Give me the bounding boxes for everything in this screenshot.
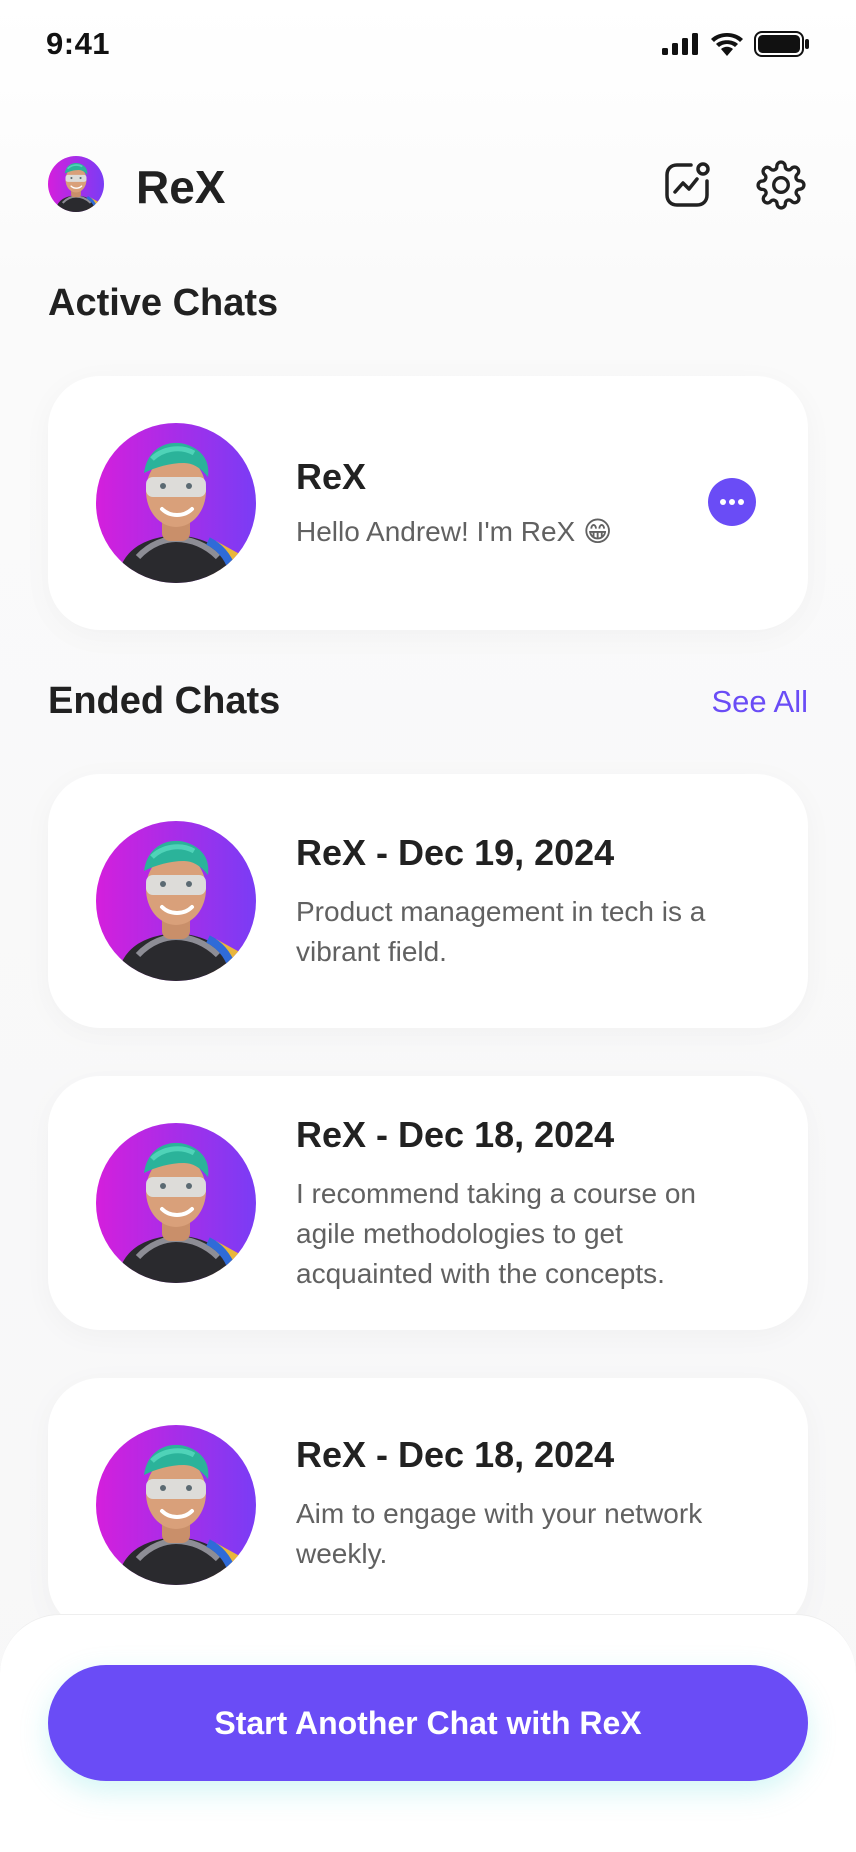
active-chats-heading: Active Chats [48, 282, 279, 324]
chats-screen: 9:41 ReX Active Chats ReX Hello Andrew! … [0, 0, 856, 1852]
battery-icon [754, 31, 809, 57]
bottom-action-bar: Start Another Chat with ReX [0, 1614, 856, 1852]
chat-title: ReX [296, 456, 367, 497]
chat-bubble-icon [720, 499, 744, 505]
see-all-link[interactable]: See All [711, 684, 808, 720]
status-time: 9:41 [46, 26, 111, 61]
app-header: ReX [48, 154, 808, 216]
chat-preview: Aim to engage with your network weekly. [296, 1498, 703, 1569]
gear-icon [756, 160, 806, 210]
active-chat-card[interactable]: ReX Hello Andrew! I'm ReX 😁 [48, 376, 808, 630]
chat-avatar [96, 1425, 256, 1585]
ended-chat-card[interactable]: ReX - Dec 18, 2024 I recommend taking a … [48, 1076, 808, 1330]
status-bar: 9:41 [0, 0, 856, 90]
chart-icon [665, 162, 710, 207]
chat-avatar [96, 423, 256, 583]
settings-button[interactable] [754, 158, 808, 212]
cellular-signal-icon [662, 33, 698, 55]
ended-chat-card[interactable]: ReX - Dec 19, 2024 Product management in… [48, 774, 808, 1028]
chat-avatar [96, 1123, 256, 1283]
open-chat-button[interactable] [708, 478, 756, 526]
ended-chat-card[interactable]: ReX - Dec 18, 2024 Aim to engage with yo… [48, 1378, 808, 1632]
app-title: ReX [136, 161, 226, 213]
chat-preview: I recommend taking a course on agile met… [296, 1178, 696, 1289]
status-icons [662, 30, 810, 58]
wifi-icon [711, 33, 743, 56]
chat-preview: Product management in tech is a vibrant … [296, 896, 706, 967]
rex-avatar[interactable] [48, 156, 104, 212]
chat-preview: Hello Andrew! I'm ReX 😁 [296, 516, 613, 547]
ended-chats-heading: Ended Chats [48, 680, 281, 722]
chat-avatar [96, 821, 256, 981]
start-chat-button[interactable]: Start Another Chat with ReX [48, 1665, 808, 1781]
chat-title: ReX - Dec 18, 2024 [296, 1434, 615, 1475]
chat-title: ReX - Dec 19, 2024 [296, 832, 615, 873]
stats-button[interactable] [660, 158, 714, 212]
chat-title: ReX - Dec 18, 2024 [296, 1114, 615, 1155]
